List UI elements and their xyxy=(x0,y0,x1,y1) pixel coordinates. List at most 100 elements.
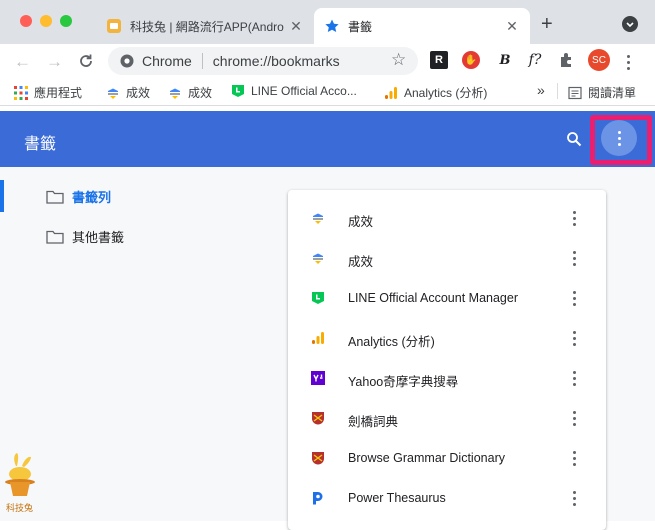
separator xyxy=(201,53,203,69)
more-vert-icon[interactable] xyxy=(573,291,576,306)
cambridge-icon xyxy=(312,452,324,465)
close-tab-icon[interactable]: ✕ xyxy=(504,18,520,35)
site-label: Chrome xyxy=(142,53,192,69)
search-icon[interactable] xyxy=(566,131,582,147)
tab-techrabbit[interactable]: 科技兔 | 網路流行APP(Andro ✕ xyxy=(96,8,314,44)
adblock-extension-icon[interactable]: ✋ xyxy=(462,51,480,69)
analytics-icon xyxy=(385,86,397,99)
bookmark-row[interactable]: Browse Grammar Dictionary xyxy=(288,438,606,478)
fx-extension-icon[interactable]: f? xyxy=(526,51,544,69)
bookmarks-overflow-icon[interactable]: » xyxy=(537,82,545,98)
close-tab-icon[interactable]: ✕ xyxy=(288,18,304,35)
more-vert-icon[interactable] xyxy=(573,451,576,466)
cambridge-icon xyxy=(312,412,324,425)
browser-menu-icon[interactable] xyxy=(627,55,630,70)
apps-grid-icon xyxy=(14,85,28,100)
bookmark-label: Power Thesaurus xyxy=(348,491,446,505)
folder-icon xyxy=(46,230,64,244)
tab-strip: 科技兔 | 網路流行APP(Andro ✕ 書籤 ✕ + xyxy=(0,0,655,44)
more-vert-icon[interactable] xyxy=(573,411,576,426)
selected-folder-indicator xyxy=(0,180,4,212)
bookmark-star-icon[interactable]: ☆ xyxy=(391,50,406,70)
bookmark-bar-label: 成效 xyxy=(126,86,151,100)
more-vert-icon[interactable] xyxy=(573,251,576,266)
page-title: 書籤 xyxy=(24,136,57,153)
bookmarks-app-header: 書籤 xyxy=(0,111,655,167)
bookmark-bar-item[interactable]: Analytics (分析) xyxy=(384,84,487,101)
bookmark-label: 成效 xyxy=(348,215,374,229)
bookmark-bar-label: LINE Official Acco... xyxy=(251,84,357,98)
bookmark-bar-label: 成效 xyxy=(188,86,213,100)
folder-label: 書籤列 xyxy=(72,190,112,205)
tab-search-button[interactable] xyxy=(622,16,638,32)
analytics-icon xyxy=(312,332,324,344)
ads-icon xyxy=(108,88,118,99)
profile-avatar[interactable]: SC xyxy=(588,49,610,71)
bookmark-bar-item[interactable]: LINE Official Acco... xyxy=(231,84,357,98)
bookmark-bar-item[interactable]: 成效 xyxy=(106,84,150,101)
techrabbit-favicon-icon xyxy=(107,19,121,33)
folder-other-bookmarks[interactable]: 其他書籤 xyxy=(46,227,124,246)
reload-icon[interactable] xyxy=(78,53,94,69)
close-window-button[interactable] xyxy=(20,15,32,27)
bookmark-label: 劍橋詞典 xyxy=(348,415,399,429)
chrome-icon xyxy=(120,54,134,68)
line-icon xyxy=(312,292,324,304)
more-vert-icon[interactable] xyxy=(573,211,576,226)
forward-icon[interactable]: → xyxy=(46,52,63,72)
readwise-extension-icon[interactable]: R xyxy=(430,51,448,69)
apps-shortcut[interactable]: 應用程式 xyxy=(14,84,82,101)
ads-icon xyxy=(313,253,323,264)
power-thesaurus-icon xyxy=(313,492,323,505)
new-tab-button[interactable]: + xyxy=(541,13,553,36)
more-vert-icon[interactable] xyxy=(573,371,576,386)
techrabbit-watermark: 科技兔 xyxy=(4,452,36,516)
bookmark-row[interactable]: Power Thesaurus xyxy=(288,478,606,518)
bookmark-row[interactable]: Yahoo奇摩字典搜尋 xyxy=(288,358,606,398)
bookmarks-bar: 應用程式 成效 成效 LINE Official Acco... Analyti… xyxy=(0,78,655,106)
ads-icon xyxy=(313,213,323,224)
browser-toolbar: ← → Chrome chrome://bookmarks ☆ R ✋ B f?… xyxy=(0,44,655,78)
chevron-down-icon xyxy=(626,22,634,28)
rabbit-hat-logo-icon xyxy=(5,453,35,496)
more-vert-icon xyxy=(617,130,621,146)
back-icon[interactable]: ← xyxy=(14,52,31,72)
tab-title: 書籤 xyxy=(348,19,373,34)
b-extension-icon[interactable]: B xyxy=(496,51,514,69)
star-icon xyxy=(325,19,339,32)
watermark-label: 科技兔 xyxy=(6,503,34,513)
tab-title: 科技兔 | 網路流行APP(Andro xyxy=(130,19,284,34)
bookmark-row[interactable]: LINE Official Account Manager xyxy=(288,278,606,318)
bookmark-label: Browse Grammar Dictionary xyxy=(348,451,505,465)
reading-list-label: 閱讀清單 xyxy=(588,86,637,100)
bookmark-row[interactable]: 成效 xyxy=(288,238,606,278)
bookmark-label: 成效 xyxy=(348,255,374,269)
bookmark-bar-label: Analytics (分析) xyxy=(404,86,488,100)
puzzle-extensions-icon[interactable] xyxy=(558,51,576,69)
minimize-window-button[interactable] xyxy=(40,15,52,27)
bookmark-list: 成效 成效 LINE Official Account Manager Anal… xyxy=(288,190,606,530)
url-text: chrome://bookmarks xyxy=(212,53,340,69)
more-vert-icon[interactable] xyxy=(573,491,576,506)
tab-bookmarks[interactable]: 書籤 ✕ xyxy=(314,8,530,44)
folder-bookmarks-bar[interactable]: 書籤列 xyxy=(46,187,111,206)
address-bar[interactable]: Chrome chrome://bookmarks xyxy=(108,47,418,75)
line-icon xyxy=(232,85,244,97)
organize-menu-button[interactable] xyxy=(601,120,637,156)
reading-list-icon xyxy=(568,86,582,99)
apps-label: 應用程式 xyxy=(34,86,83,100)
maximize-window-button[interactable] xyxy=(60,15,72,27)
bookmark-row[interactable]: 劍橋詞典 xyxy=(288,398,606,438)
ads-icon xyxy=(170,88,180,99)
more-vert-icon[interactable] xyxy=(573,331,576,346)
folder-icon xyxy=(46,190,64,204)
yahoo-icon xyxy=(311,371,325,385)
reading-list-button[interactable]: 閱讀清單 xyxy=(568,84,636,101)
bookmark-label: Analytics (分析) xyxy=(348,335,435,349)
bookmark-label: Yahoo奇摩字典搜尋 xyxy=(348,375,459,389)
bookmark-row[interactable]: Analytics (分析) xyxy=(288,318,606,358)
bookmark-bar-item[interactable]: 成效 xyxy=(168,84,212,101)
folder-label: 其他書籤 xyxy=(72,230,125,245)
bookmark-row[interactable]: 成效 xyxy=(288,198,606,238)
separator xyxy=(557,83,558,99)
